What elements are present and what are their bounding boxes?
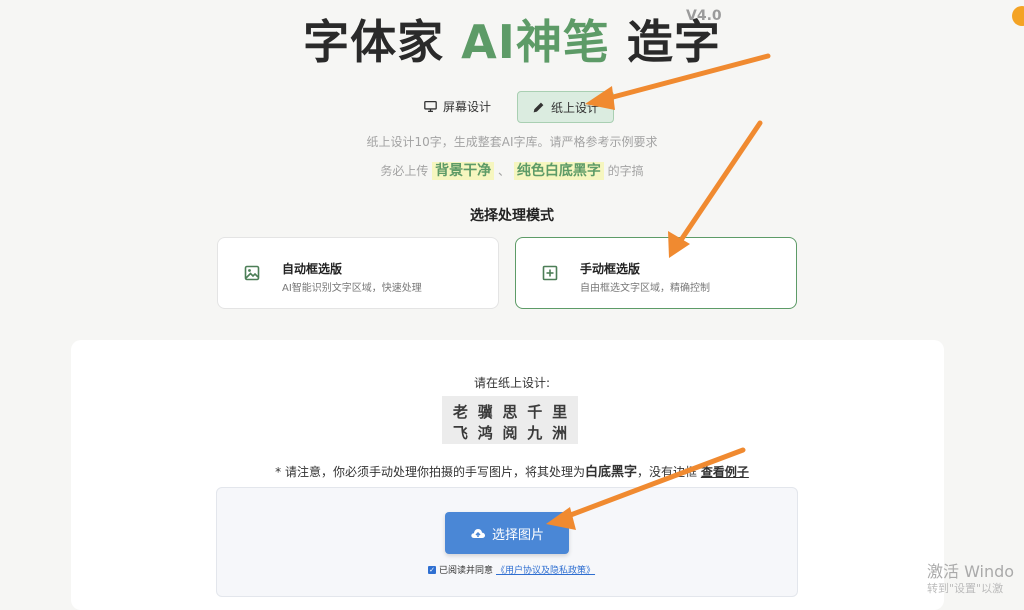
app-logo: 字体家 AI神笔 造字 <box>0 6 1024 72</box>
processing-mode-title: 选择处理模式 <box>470 208 554 224</box>
logo-text-part1: 字体家 <box>303 15 445 69</box>
sample-char: 思 <box>502 403 518 421</box>
plus-square-icon <box>542 265 558 281</box>
tab-paper-design[interactable]: 纸上设计 <box>517 91 615 123</box>
hint-prefix: 务必上传 <box>380 164 429 178</box>
sample-char: 洲 <box>552 424 568 442</box>
select-image-label: 选择图片 <box>491 527 544 543</box>
hint-line-2: 务必上传 背景干净 、 纯色白底黑字 的字搞 <box>0 160 1024 180</box>
design-prompt: 请在纸上设计: <box>473 376 551 390</box>
agreement-row: ✓ 已阅读并同意 《用户协议及隐私政策》 <box>428 563 595 576</box>
hint-separator: 、 <box>497 164 510 178</box>
windows-activation-subtext: 转到"设置"以激 <box>927 582 1004 595</box>
char-row-2: 飞 鸿 阅 九 洲 <box>442 422 578 443</box>
option-title: 自动框选版 <box>282 262 343 276</box>
highlight-clean-background: 背景干净 <box>432 162 495 180</box>
logo-text-ai: AI神笔 <box>461 15 610 69</box>
tab-label: 屏幕设计 <box>443 99 492 114</box>
tab-label: 纸上设计 <box>551 100 600 115</box>
sample-characters: 老 骥 思 千 里 飞 鸿 阅 九 洲 <box>442 396 578 444</box>
select-image-button[interactable]: 选择图片 <box>445 512 569 554</box>
monitor-icon <box>424 100 437 112</box>
view-example-link[interactable]: 查看例子 <box>701 465 749 479</box>
sample-char: 飞 <box>452 424 468 442</box>
pencil-icon <box>533 102 544 112</box>
option-title: 手动框选版 <box>580 262 641 276</box>
processing-notice: * 请注意，你必须手动处理你拍摄的手写图片，将其处理为白底黑字，没有边框 查看例… <box>0 461 1024 480</box>
highlight-white-black: 纯色白底黑字 <box>513 162 604 180</box>
notice-suffix: ，没有边框 <box>637 465 701 479</box>
image-icon <box>244 265 260 281</box>
agree-checkbox[interactable]: ✓ <box>428 565 436 574</box>
hint-suffix: 的字搞 <box>607 164 644 178</box>
notice-bold: 白底黑字 <box>584 465 637 480</box>
user-agreement-link[interactable]: 《用户协议及隐私政策》 <box>496 563 595 576</box>
sample-char: 骥 <box>477 403 493 421</box>
tab-screen-design[interactable]: 屏幕设计 <box>410 91 505 121</box>
hint-line-1: 纸上设计10字，生成整套AI字库。请严格参考示例要求 <box>366 135 658 149</box>
notice-prefix: * 请注意，你必须手动处理你拍摄的手写图片，将其处理为 <box>275 465 585 479</box>
cloud-upload-icon <box>471 529 485 538</box>
sample-char: 里 <box>552 403 568 421</box>
sample-char: 鸿 <box>477 424 493 442</box>
manual-select-option[interactable]: 手动框选版 自由框选文字区域，精确控制 <box>515 237 797 309</box>
sample-char: 老 <box>452 403 468 421</box>
sample-char: 阅 <box>502 424 518 442</box>
mode-tabs: 屏幕设计 纸上设计 <box>410 91 615 123</box>
windows-activation-watermark: 激活 Windo <box>927 562 1015 581</box>
agree-label: 已阅读并同意 <box>439 566 494 576</box>
sample-char: 九 <box>527 424 543 442</box>
option-description: AI智能识别文字区域，快速处理 <box>282 283 422 294</box>
char-row-1: 老 骥 思 千 里 <box>442 401 578 422</box>
option-description: 自由框选文字区域，精确控制 <box>580 283 710 294</box>
auto-select-option[interactable]: 自动框选版 AI智能识别文字区域，快速处理 <box>217 237 499 309</box>
version-label: V4.0 <box>686 8 722 24</box>
sample-char: 千 <box>527 403 543 421</box>
